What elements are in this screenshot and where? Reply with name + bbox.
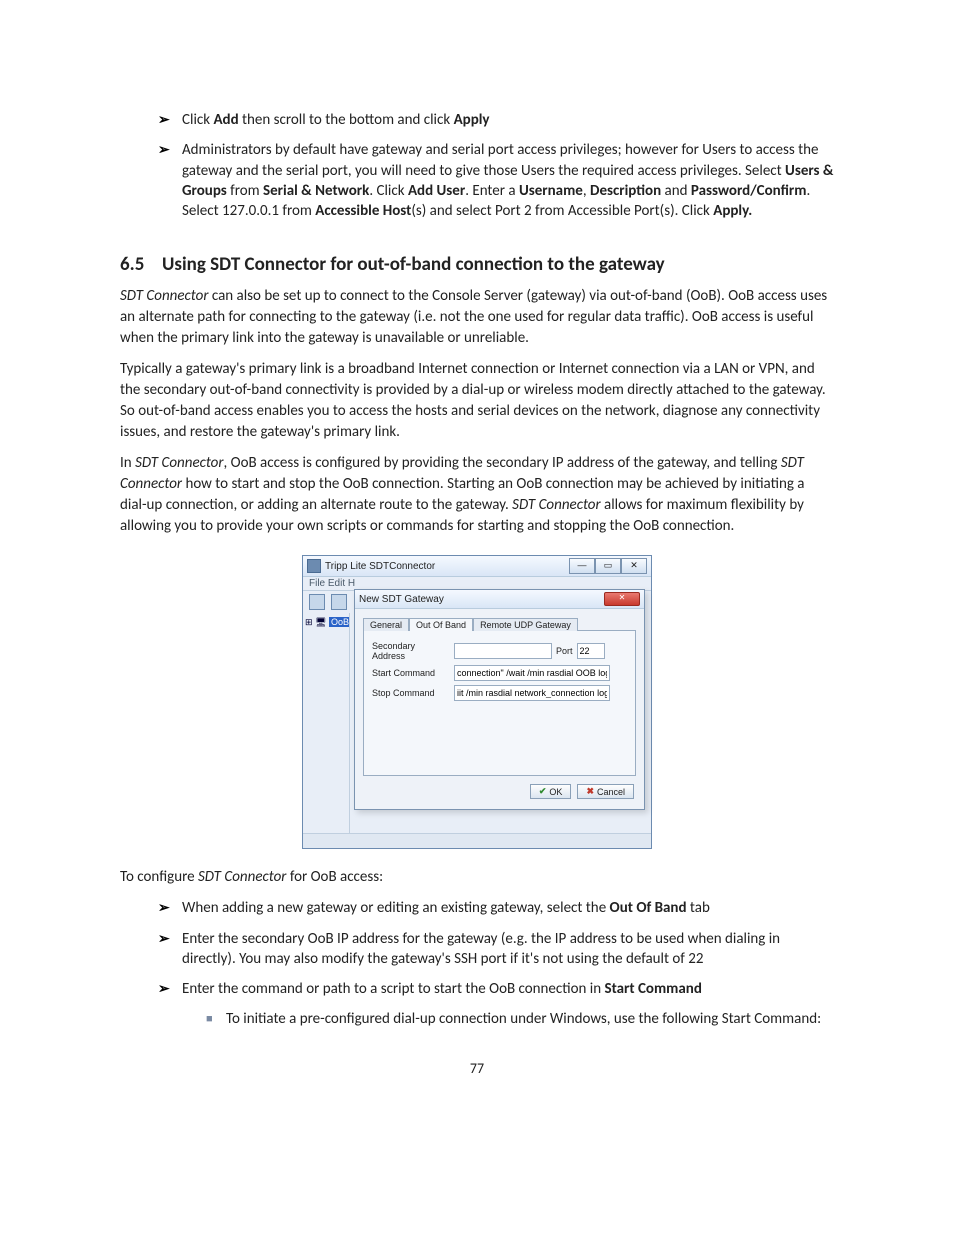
tab-out-of-band[interactable]: Out Of Band (409, 618, 473, 631)
maximize-button[interactable]: ▭ (595, 558, 621, 574)
sub-bullet-item: ■ To initiate a pre-configured dial-up c… (206, 1009, 834, 1029)
ok-button[interactable]: ✔OK (530, 784, 572, 799)
tree-panel[interactable]: ⊞ 🖥 OoB (303, 613, 350, 833)
status-bar (303, 833, 651, 848)
bullet-item: ➢ When adding a new gateway or editing a… (158, 898, 834, 918)
input-stop-command[interactable] (454, 685, 610, 701)
bullet-item: ➢ Enter the secondary OoB IP address for… (158, 929, 834, 970)
app-icon (307, 559, 321, 573)
toolbar-icon[interactable] (309, 594, 325, 610)
paragraph: SDT Connector can also be set up to conn… (120, 286, 834, 349)
cancel-icon: ✖ (586, 786, 594, 797)
app-window: Tripp Lite SDTConnector — ▭ ✕ File Edit … (302, 555, 652, 849)
bullet-text: Enter the command or path to a script to… (182, 979, 834, 999)
square-icon: ■ (206, 1009, 226, 1029)
bullet-text: Administrators by default have gateway a… (182, 140, 834, 221)
bullet-item: ➢ Click Add then scroll to the bottom an… (158, 110, 834, 130)
input-port[interactable] (577, 643, 605, 659)
arrow-icon: ➢ (158, 140, 182, 160)
paragraph: Typically a gateway's primary link is a … (120, 359, 834, 443)
check-icon: ✔ (539, 786, 547, 797)
tree-item-oob[interactable]: OoB (329, 617, 350, 627)
dialog-title: New SDT Gateway (359, 594, 444, 605)
arrow-icon: ➢ (158, 929, 182, 949)
label-secondary-address: Secondary Address (372, 641, 450, 661)
arrow-icon: ➢ (158, 110, 182, 130)
arrow-icon: ➢ (158, 979, 182, 999)
window-titlebar: Tripp Lite SDTConnector — ▭ ✕ (303, 556, 651, 577)
label-start-command: Start Command (372, 668, 450, 678)
tab-panel: Secondary Address Port Start Command Sto… (363, 630, 636, 776)
input-secondary-address[interactable] (454, 643, 552, 659)
section-heading: 6.5Using SDT Connector for out-of-band c… (120, 253, 834, 276)
input-start-command[interactable] (454, 665, 610, 681)
bullet-text: Enter the secondary OoB IP address for t… (182, 929, 834, 970)
bullet-text: Click Add then scroll to the bottom and … (182, 110, 834, 130)
bullet-text: When adding a new gateway or editing an … (182, 898, 834, 918)
paragraph: To configure SDT Connector for OoB acces… (120, 867, 834, 888)
page-number: 77 (120, 1060, 834, 1077)
bullet-item: ➢ Enter the command or path to a script … (158, 979, 834, 999)
window-title: Tripp Lite SDTConnector (325, 561, 435, 572)
bullet-item: ➢ Administrators by default have gateway… (158, 140, 834, 221)
tab-general[interactable]: General (363, 618, 409, 631)
minimize-button[interactable]: — (569, 558, 595, 574)
tab-remote-udp[interactable]: Remote UDP Gateway (473, 618, 578, 631)
label-port: Port (556, 646, 573, 656)
close-button[interactable]: ✕ (621, 558, 647, 574)
dialog-new-sdt-gateway: New SDT Gateway ✕ General Out Of Band Re… (354, 589, 645, 810)
cancel-button[interactable]: ✖Cancel (577, 784, 634, 799)
dialog-close-button[interactable]: ✕ (604, 592, 640, 606)
toolbar-icon[interactable] (331, 594, 347, 610)
sub-bullet-text: To initiate a pre-configured dial-up con… (226, 1009, 834, 1029)
paragraph: In SDT Connector, OoB access is configur… (120, 453, 834, 537)
label-stop-command: Stop Command (372, 688, 450, 698)
arrow-icon: ➢ (158, 898, 182, 918)
